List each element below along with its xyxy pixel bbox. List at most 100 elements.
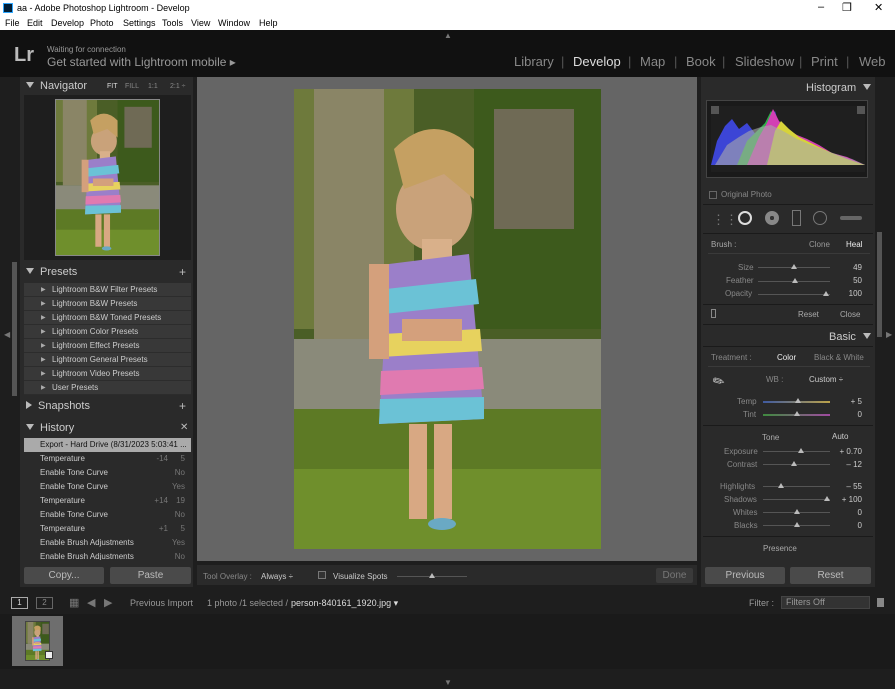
menu-file[interactable]: File — [5, 18, 20, 28]
add-snapshot-icon[interactable]: + — [179, 399, 186, 413]
left-scrollbar[interactable] — [12, 262, 17, 396]
shadows-value[interactable]: + 100 — [836, 495, 862, 504]
history-step[interactable]: Temperature +1 5 — [24, 522, 191, 536]
menu-settings[interactable]: Settings — [123, 18, 156, 28]
wb-select[interactable]: Custom ÷ — [809, 375, 843, 384]
preset-folder[interactable]: Lightroom B&W Toned Presets — [24, 311, 191, 325]
mobile-promo[interactable]: Get started with Lightroom mobile ▸ — [47, 55, 236, 69]
graduated-filter-icon[interactable] — [792, 210, 801, 226]
history-step[interactable]: Enable Brush Adjustments No — [24, 550, 191, 560]
menu-help[interactable]: Help — [259, 18, 278, 28]
treatment-color[interactable]: Color — [777, 353, 796, 362]
history-step[interactable]: Enable Tone Curve Yes — [24, 480, 191, 494]
highlights-value[interactable]: – 55 — [836, 482, 862, 491]
whites-slider-knob[interactable] — [794, 509, 800, 514]
clear-history-icon[interactable]: ✕ — [180, 422, 188, 433]
history-step[interactable]: Enable Tone Curve No — [24, 466, 191, 480]
tint-value[interactable]: 0 — [836, 410, 862, 419]
feather-value[interactable]: 50 — [836, 276, 862, 285]
menu-develop[interactable]: Develop — [51, 18, 84, 28]
size-slider-knob[interactable] — [791, 264, 797, 269]
histogram-header[interactable]: Histogram — [806, 82, 872, 99]
preset-folder[interactable]: Lightroom B&W Filter Presets — [24, 283, 191, 297]
history-header[interactable]: History — [26, 422, 74, 439]
highlights-slider-knob[interactable] — [778, 483, 784, 488]
shadows-slider[interactable] — [763, 499, 830, 500]
forward-arrow-icon[interactable]: ▶ — [104, 596, 112, 609]
module-slideshow[interactable]: Slideshow — [735, 54, 794, 69]
previous-button[interactable]: Previous — [705, 567, 785, 584]
size-value[interactable]: 49 — [836, 263, 862, 272]
right-panel-toggle-icon[interactable]: ▶ — [886, 330, 892, 339]
tone-auto-button[interactable]: Auto — [832, 432, 848, 441]
zoom-2-1[interactable]: 2:1 ÷ — [170, 83, 186, 90]
module-web[interactable]: Web — [859, 54, 886, 69]
tint-slider-knob[interactable] — [794, 411, 800, 416]
history-step[interactable]: Enable Brush Adjustments Yes — [24, 536, 191, 550]
radial-filter-icon[interactable] — [813, 211, 827, 225]
opacity-slider[interactable] — [758, 294, 830, 295]
spot-removal-icon[interactable] — [738, 211, 752, 225]
history-step[interactable]: Temperature +14 19 — [24, 494, 191, 508]
reset-button[interactable]: Reset — [790, 567, 871, 584]
module-map[interactable]: Map — [640, 54, 665, 69]
right-scrollbar[interactable] — [877, 232, 882, 337]
main-photo[interactable] — [294, 89, 601, 549]
blacks-value[interactable]: 0 — [836, 521, 862, 530]
contrast-slider-knob[interactable] — [791, 461, 797, 466]
adjustment-brush-icon[interactable] — [840, 216, 862, 220]
slider-knob[interactable] — [429, 573, 435, 578]
left-panel-toggle-icon[interactable]: ◀ — [4, 330, 10, 339]
copy-button[interactable]: Copy... — [24, 567, 104, 584]
menu-view[interactable]: View — [191, 18, 210, 28]
filmstrip-thumbnail-cell[interactable] — [12, 616, 63, 666]
history-step[interactable]: Temperature -14 5 — [24, 452, 191, 466]
opacity-slider-knob[interactable] — [823, 291, 829, 296]
filter-select[interactable]: Filters Off — [781, 596, 870, 609]
grid-view-icon[interactable]: ▦ — [69, 596, 79, 609]
menu-tools[interactable]: Tools — [162, 18, 183, 28]
temp-slider-knob[interactable] — [795, 398, 801, 403]
whites-value[interactable]: 0 — [836, 508, 862, 517]
mask-toggle-icon[interactable] — [711, 309, 716, 318]
restore-icon[interactable]: ❐ — [842, 1, 852, 14]
contrast-value[interactable]: – 12 — [836, 460, 862, 469]
highlights-slider[interactable] — [763, 486, 830, 487]
paste-button[interactable]: Paste — [110, 567, 191, 584]
heal-mode[interactable]: Heal — [846, 240, 862, 249]
preset-folder[interactable]: Lightroom Color Presets — [24, 325, 191, 339]
zoom-fill[interactable]: FILL — [125, 83, 139, 90]
presets-header[interactable]: Presets — [26, 266, 77, 283]
filter-lock-icon[interactable] — [877, 598, 884, 607]
module-develop[interactable]: Develop — [573, 54, 621, 69]
treatment-bw[interactable]: Black & White — [814, 353, 864, 362]
original-photo-checkbox[interactable] — [709, 191, 717, 199]
visualize-spots-checkbox[interactable] — [318, 571, 326, 579]
exposure-value[interactable]: + 0.70 — [836, 447, 862, 456]
minimize-icon[interactable]: – — [818, 1, 824, 13]
feather-slider-knob[interactable] — [792, 278, 798, 283]
brush-reset-button[interactable]: Reset — [798, 310, 819, 319]
menu-window[interactable]: Window — [218, 18, 250, 28]
module-book[interactable]: Book — [686, 54, 716, 69]
navigator-preview[interactable] — [24, 95, 191, 260]
blacks-slider-knob[interactable] — [794, 522, 800, 527]
preset-folder[interactable]: Lightroom B&W Presets — [24, 297, 191, 311]
history-step[interactable]: Enable Tone Curve No — [24, 508, 191, 522]
shadows-slider-knob[interactable] — [824, 496, 830, 501]
preset-folder[interactable]: Lightroom General Presets — [24, 353, 191, 367]
exposure-slider-knob[interactable] — [798, 448, 804, 453]
clone-mode[interactable]: Clone — [809, 240, 830, 249]
crop-icon[interactable]: ⋮⋮ — [712, 212, 738, 228]
tool-overlay-select[interactable]: Always ÷ — [261, 572, 293, 581]
filename-dropdown[interactable]: person-840161_1920.jpg ▾ — [291, 598, 398, 609]
secondary-window-toggle[interactable]: 2 — [36, 597, 53, 609]
exposure-slider[interactable] — [763, 451, 830, 452]
previous-import-label[interactable]: Previous Import — [130, 598, 193, 608]
preset-folder[interactable]: User Presets — [24, 381, 191, 395]
menu-photo[interactable]: Photo — [90, 18, 114, 28]
red-eye-icon[interactable] — [765, 211, 779, 225]
preset-folder[interactable]: Lightroom Effect Presets — [24, 339, 191, 353]
close-icon[interactable]: ✕ — [874, 1, 883, 14]
opacity-value[interactable]: 100 — [836, 289, 862, 298]
